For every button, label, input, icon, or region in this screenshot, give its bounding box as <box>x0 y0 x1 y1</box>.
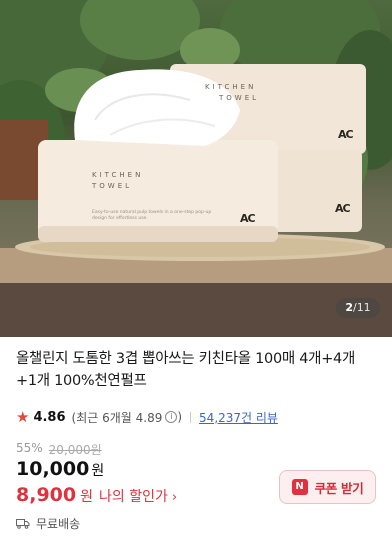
image-counter-total: 11 <box>356 301 371 314</box>
recent-rating: (최근 6개월 4.89 <box>71 410 163 425</box>
coupon-button-label: 쿠폰 받기 <box>314 480 364 496</box>
chevron-right-icon: › <box>171 490 178 505</box>
sale-price: 10,000 <box>16 458 90 480</box>
star-icon: ★ <box>16 408 30 426</box>
truck-icon <box>16 519 30 529</box>
box-brand-line1: KITCHEN <box>92 171 144 179</box>
my-price: 8,900 <box>16 484 77 506</box>
review-count-link[interactable]: 54,237건 리뷰 <box>199 409 278 426</box>
box-brand-line2: TOWEL <box>92 182 133 190</box>
front-box-logo: AC <box>240 212 256 225</box>
box-brand-line2: TOWEL <box>219 94 260 102</box>
front-box-description: Easy-to-use natural pulp towels in a one… <box>92 210 212 221</box>
naver-n-icon: N <box>291 479 308 495</box>
shipping-info: 무료배송 <box>16 515 80 532</box>
sale-price-unit: 원 <box>91 463 105 479</box>
back-box-logo: AC <box>338 128 354 141</box>
shipping-label: 무료배송 <box>36 517 81 531</box>
rating-row: ★ 4.86 (최근 6개월 4.89 i ) 54,237건 리뷰 <box>16 408 278 426</box>
discount-row: 55% 20,000원 <box>16 441 102 458</box>
discount-percent: 55% <box>16 441 43 455</box>
rating-divider <box>190 411 192 423</box>
get-coupon-button[interactable]: N 쿠폰 받기 <box>279 470 376 504</box>
product-photo-illustration <box>0 0 392 337</box>
image-counter: 2/11 <box>336 298 380 318</box>
info-icon[interactable]: i <box>165 411 178 423</box>
my-price-link[interactable]: 8,900 원 나의 할인가 › <box>16 484 177 506</box>
back-box-brand: KITCHEN TOWEL <box>205 82 259 104</box>
rating-score: 4.86 <box>33 409 66 425</box>
front-box-brand: KITCHEN TOWEL <box>92 170 143 192</box>
product-image[interactable]: KITCHEN TOWEL AC AC KITCHEN TOWEL Easy-t… <box>0 0 392 337</box>
price-row: 10,000 원 <box>16 458 104 480</box>
image-counter-current: 2 <box>345 301 353 314</box>
back-lower-box-logo: AC <box>335 202 351 215</box>
box-brand-line1: KITCHEN <box>205 83 257 91</box>
product-title: 올챌린지 도톰한 3겹 뽑아쓰는 키친타올 100매 4개+4개 +1개 100… <box>16 351 356 389</box>
my-price-label: 나의 할인가 <box>99 489 168 505</box>
my-price-unit: 원 <box>80 489 93 505</box>
recent-rating-close: ) <box>177 410 183 424</box>
original-price: 20,000원 <box>48 443 102 457</box>
